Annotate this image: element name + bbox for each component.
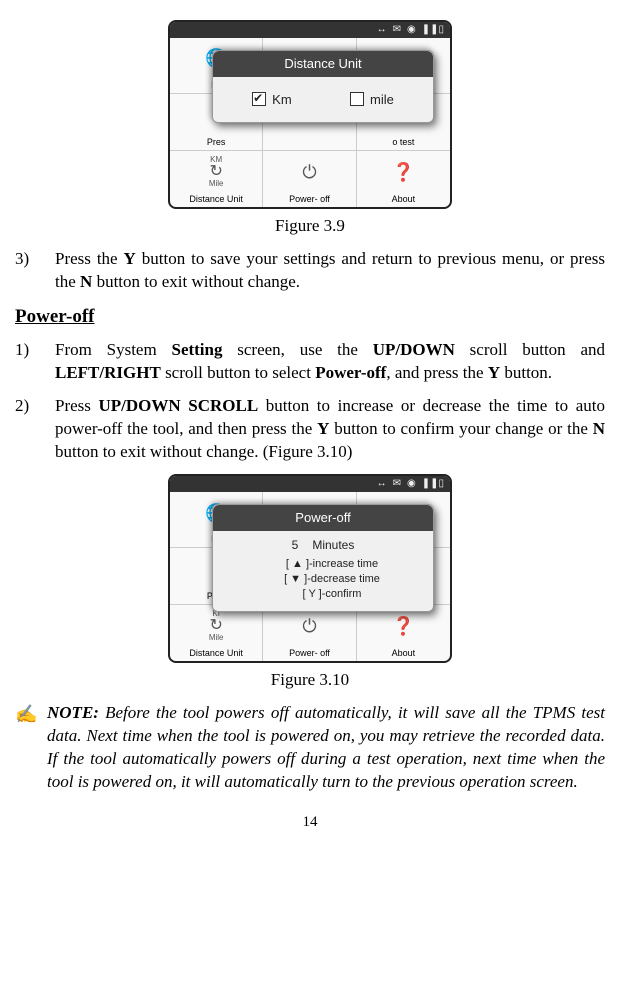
note-text: NOTE: Before the tool powers off automat… bbox=[47, 702, 605, 794]
dialog-title: Distance Unit bbox=[213, 51, 433, 77]
mile-label: Mile bbox=[209, 634, 224, 642]
hint-increase: [ ▲ ]-increase time bbox=[223, 557, 423, 572]
item-number: 2) bbox=[15, 395, 55, 464]
section-heading-poweroff: Power-off bbox=[15, 304, 605, 330]
cell-label: About bbox=[392, 647, 416, 659]
minutes-value: 5 bbox=[292, 538, 299, 552]
distance-icon: KM ↻ Mile bbox=[209, 151, 224, 193]
device-screen-2: ↔ ✉ ◉ ❚❚▯ 🌐La at Pres o test KI ↻ Mile D… bbox=[168, 474, 452, 663]
list-item-3: 3) Press the Y button to save your setti… bbox=[15, 248, 605, 294]
sync-icon: ↔ bbox=[377, 23, 387, 37]
item-number: 1) bbox=[15, 339, 55, 385]
note-label: NOTE: bbox=[47, 703, 99, 722]
item-text: From System Setting screen, use the UP/D… bbox=[55, 339, 605, 385]
cell-label: Distance Unit bbox=[189, 647, 243, 659]
cell-label: Distance Unit bbox=[189, 193, 243, 205]
distance-unit-dialog: Distance Unit Km mile bbox=[212, 50, 434, 123]
figure-3-10: ↔ ✉ ◉ ❚❚▯ 🌐La at Pres o test KI ↻ Mile D… bbox=[15, 474, 605, 663]
list-item-2: 2) Press UP/DOWN SCROLL button to increa… bbox=[15, 395, 605, 464]
power-icon: ⏻ bbox=[302, 151, 316, 193]
mile-label: Mile bbox=[209, 180, 224, 188]
status-bar: ↔ ✉ ◉ ❚❚▯ bbox=[170, 22, 450, 38]
minutes-unit: Minutes bbox=[312, 538, 354, 552]
list-item-1: 1) From System Setting screen, use the U… bbox=[15, 339, 605, 385]
battery-icon: ❚❚▯ bbox=[422, 23, 444, 37]
figure-3-9: ↔ ✉ ◉ ❚❚▯ 🌐La at Pres o test KM ↻ Mile D… bbox=[15, 20, 605, 209]
hint-confirm: [ Y ]-confirm bbox=[223, 587, 423, 602]
mic-icon: ◉ bbox=[407, 477, 416, 491]
page-number: 14 bbox=[15, 812, 605, 832]
grid-cell-poweroff: ⏻Power- off bbox=[263, 605, 356, 661]
status-bar: ↔ ✉ ◉ ❚❚▯ bbox=[170, 476, 450, 492]
device-screen-1: ↔ ✉ ◉ ❚❚▯ 🌐La at Pres o test KM ↻ Mile D… bbox=[168, 20, 452, 209]
option-mile[interactable]: mile bbox=[350, 91, 394, 109]
ordered-list-2: 1) From System Setting screen, use the U… bbox=[15, 339, 605, 464]
grid-cell-about: ❓About bbox=[357, 151, 450, 207]
mic-icon: ◉ bbox=[407, 23, 416, 37]
grid-cell-distance: KM ↻ Mile Distance Unit bbox=[170, 151, 263, 207]
option-km-label: Km bbox=[272, 92, 292, 107]
option-km[interactable]: Km bbox=[252, 91, 292, 109]
grid-cell-poweroff: ⏻Power- off bbox=[263, 151, 356, 207]
sync-icon: ↔ bbox=[377, 477, 387, 491]
checkbox-mile-icon bbox=[350, 92, 364, 106]
grid-cell-about: ❓About bbox=[357, 605, 450, 661]
cell-label: o test bbox=[392, 136, 414, 148]
cell-label: About bbox=[392, 193, 416, 205]
option-mile-label: mile bbox=[370, 92, 394, 107]
help-icon: ❓ bbox=[392, 151, 414, 193]
note-block: ✍ NOTE: Before the tool powers off autom… bbox=[15, 702, 605, 794]
cell-label: Power- off bbox=[289, 647, 330, 659]
item-number: 3) bbox=[15, 248, 55, 294]
grid-cell-distance: KI ↻ Mile Distance Unit bbox=[170, 605, 263, 661]
cell-label: Power- off bbox=[289, 193, 330, 205]
ordered-list-1: 3) Press the Y button to save your setti… bbox=[15, 248, 605, 294]
checkbox-km-icon bbox=[252, 92, 266, 106]
mail-icon: ✉ bbox=[393, 477, 401, 491]
dialog-title: Power-off bbox=[213, 505, 433, 531]
dialog-body: 5 Minutes [ ▲ ]-increase time [ ▼ ]-decre… bbox=[213, 531, 433, 612]
figure-3-9-caption: Figure 3.9 bbox=[15, 215, 605, 238]
item-text: Press UP/DOWN SCROLL button to increase … bbox=[55, 395, 605, 464]
hint-decrease: [ ▼ ]-decrease time bbox=[223, 572, 423, 587]
figure-3-10-caption: Figure 3.10 bbox=[15, 669, 605, 692]
poweroff-dialog: Power-off 5 Minutes [ ▲ ]-increase time [… bbox=[212, 504, 434, 612]
cell-label: Pres bbox=[207, 136, 226, 148]
mail-icon: ✉ bbox=[393, 23, 401, 37]
item-text: Press the Y button to save your settings… bbox=[55, 248, 605, 294]
note-icon: ✍ bbox=[15, 702, 47, 794]
battery-icon: ❚❚▯ bbox=[422, 477, 444, 491]
